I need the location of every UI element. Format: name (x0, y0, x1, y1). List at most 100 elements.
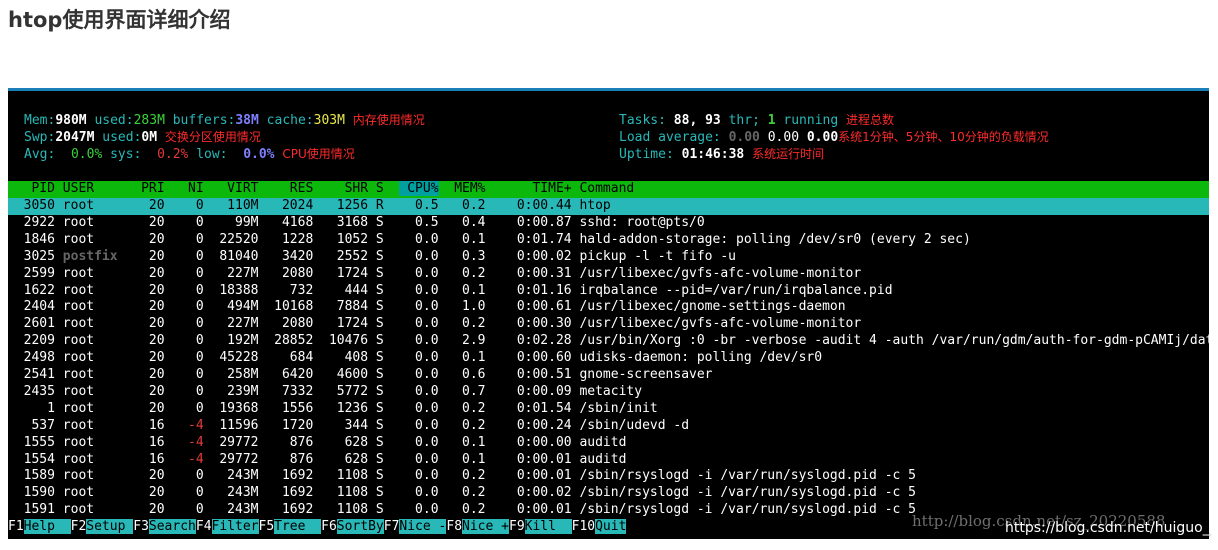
cell-cpu: 0.5 (399, 214, 439, 230)
fkey-f9[interactable]: F9 (509, 519, 525, 534)
process-row[interactable]: 1622 root 20 0 18388 732 444 S 0.0 0.1 0… (8, 283, 1209, 300)
process-row[interactable]: 2435 root 20 0 239M 7332 5772 S 0.0 0.7 … (8, 384, 1209, 401)
column-header-pri[interactable]: PRI (133, 181, 165, 196)
fkey-label-f6[interactable]: SortBy (336, 519, 384, 534)
column-header-command[interactable]: Command (579, 181, 634, 196)
cell-res: 6420 (266, 367, 314, 382)
cell-s: S (375, 468, 392, 484)
process-row[interactable]: 2922 root 20 0 99M 4168 3168 S 0.5 0.4 0… (8, 215, 1209, 232)
process-row[interactable]: 1555 root 16 -4 29772 876 628 S 0.0 0.1 … (8, 435, 1209, 452)
column-header-mem-[interactable]: MEM% (446, 181, 485, 196)
cell-cmd: auditd (579, 451, 627, 467)
process-table-header[interactable]: PID USER PRI NI VIRT RES SHR S CPU% MEM%… (8, 181, 1209, 198)
cell-cmd: /sbin/init (579, 400, 658, 416)
column-header-res[interactable]: RES (266, 181, 314, 196)
cell-pid: 1590 (8, 485, 55, 501)
cell-virt: 11596 (211, 417, 259, 433)
column-header-cpu-[interactable]: CPU% (399, 181, 439, 196)
cell-s: S (375, 231, 392, 247)
cell-cpu: 0.0 (399, 434, 439, 450)
cell-mem: 0.6 (446, 367, 486, 382)
column-header-ni[interactable]: NI (172, 181, 204, 196)
cell-mem: 0.1 (446, 231, 486, 247)
cell-pid: 1 (8, 400, 55, 416)
process-row[interactable]: 2601 root 20 0 227M 2080 1724 S 0.0 0.2 … (8, 316, 1209, 333)
process-row[interactable]: 2541 root 20 0 258M 6420 4600 S 0.0 0.6 … (8, 367, 1209, 384)
cell-mem: 0.2 (446, 468, 486, 484)
cell-cpu: 0.0 (399, 299, 439, 315)
cell-pid: 2922 (8, 214, 55, 230)
cell-shr: 1236 (321, 400, 369, 416)
fkey-f1[interactable]: F1 (8, 519, 24, 534)
htop-terminal: Mem:980M used:283M buffers:38M cache:303… (8, 88, 1209, 539)
fkey-f6[interactable]: F6 (321, 519, 337, 534)
cell-shr: 1108 (321, 468, 369, 484)
cell-cmd: /sbin/rsyslogd -i /var/run/syslogd.pid -… (579, 468, 916, 484)
cell-shr: 1256 (321, 198, 369, 213)
column-header-pid[interactable]: PID (8, 181, 55, 196)
cell-res: 2024 (266, 198, 314, 213)
process-row[interactable]: 2599 root 20 0 227M 2080 1724 S 0.0 0.2 … (8, 266, 1209, 283)
fkey-f8[interactable]: F8 (446, 519, 462, 534)
cell-mem: 0.2 (446, 502, 486, 518)
process-row[interactable]: 3025 postfix 20 0 81040 3420 2552 S 0.0 … (8, 249, 1209, 266)
column-header-virt[interactable]: VIRT (212, 181, 258, 196)
fkey-label-f9[interactable]: Kill (524, 519, 572, 534)
column-header-time-[interactable]: TIME+ (493, 181, 571, 196)
cell-pid: 1554 (8, 451, 55, 467)
fkey-f4[interactable]: F4 (196, 519, 212, 534)
cell-ni: 0 (172, 299, 204, 315)
cell-pri: 20 (133, 367, 165, 382)
cell-pri: 16 (133, 417, 165, 433)
column-header-user[interactable]: USER (63, 181, 133, 196)
fkey-label-f10[interactable]: Quit (595, 519, 627, 534)
process-row[interactable]: 2498 root 20 0 45228 684 408 S 0.0 0.1 0… (8, 350, 1209, 367)
fkey-f10[interactable]: F10 (572, 519, 595, 534)
fkey-label-f7[interactable]: Nice - (399, 519, 447, 534)
process-row[interactable]: 1590 root 20 0 243M 1692 1108 S 0.0 0.2 … (8, 485, 1209, 502)
avg-meter: Avg: 0.0% sys: 0.2% low: 0.0% CPU使用情况 (24, 147, 355, 162)
process-row[interactable]: 1846 root 20 0 22520 1228 1052 S 0.0 0.1… (8, 232, 1209, 249)
fkey-label-f4[interactable]: Filter (211, 519, 259, 534)
cell-ni: 0 (172, 350, 204, 366)
cell-ni: 0 (172, 333, 204, 349)
cell-cpu: 0.0 (399, 248, 439, 264)
process-row[interactable]: 2404 root 20 0 494M 10168 7884 S 0.0 1.0… (8, 299, 1209, 316)
process-row[interactable]: 1 root 20 0 19368 1556 1236 S 0.0 0.2 0:… (8, 401, 1209, 418)
cell-user: root (62, 417, 134, 433)
process-row[interactable]: 1589 root 20 0 243M 1692 1108 S 0.0 0.2 … (8, 468, 1209, 485)
fkey-label-f2[interactable]: Setup (86, 519, 134, 534)
process-row[interactable]: 3050 root 20 0 110M 2024 1256 R 0.5 0.2 … (8, 198, 1209, 215)
column-header-s[interactable]: S (376, 181, 392, 196)
cell-cpu: 0.0 (399, 468, 439, 484)
cell-mem: 0.1 (446, 282, 486, 298)
cell-pid: 2599 (8, 265, 55, 281)
fkey-label-f8[interactable]: Nice + (462, 519, 509, 534)
cell-shr: 408 (321, 350, 369, 366)
fkey-label-f3[interactable]: Search (148, 519, 196, 534)
cell-time: 0:00.87 (493, 214, 572, 230)
column-header-shr[interactable]: SHR (321, 181, 369, 196)
cell-mem: 0.2 (446, 485, 486, 501)
cell-user: postfix (62, 248, 134, 264)
fkey-f2[interactable]: F2 (71, 519, 87, 534)
cell-ni: 0 (172, 400, 204, 416)
cell-pri: 20 (133, 400, 165, 416)
process-row[interactable]: 2209 root 20 0 192M 28852 10476 S 0.0 2.… (8, 333, 1209, 350)
fkey-label-f5[interactable]: Tree (274, 519, 322, 534)
fkey-label-f1[interactable]: Help (23, 519, 71, 534)
cell-pid: 2498 (8, 350, 55, 366)
cell-cpu: 0.0 (399, 367, 439, 382)
fkey-f7[interactable]: F7 (384, 519, 400, 534)
watermark: https://blog.csdn.net/huiguo_ (1005, 520, 1210, 536)
cell-user: root (62, 282, 134, 298)
fkey-f3[interactable]: F3 (133, 519, 149, 534)
cell-res: 732 (266, 282, 314, 298)
cell-pri: 20 (133, 299, 165, 315)
cell-shr: 10476 (321, 333, 369, 349)
cell-user: root (62, 231, 134, 247)
fkey-f5[interactable]: F5 (259, 519, 275, 534)
page-title: htop使用界面详细介绍 (8, 8, 231, 32)
process-row[interactable]: 1554 root 16 -4 29772 876 628 S 0.0 0.1 … (8, 452, 1209, 469)
process-row[interactable]: 537 root 16 -4 11596 1720 344 S 0.0 0.2 … (8, 418, 1209, 435)
